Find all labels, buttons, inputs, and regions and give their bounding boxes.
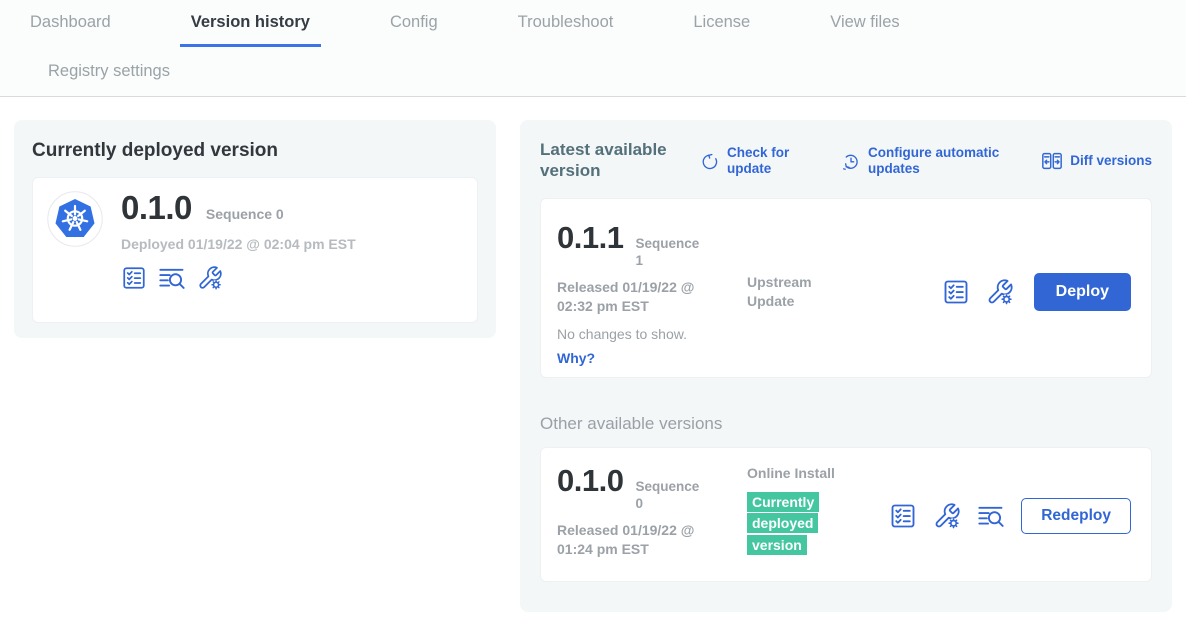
latest-sequence-label: Sequence 1 bbox=[635, 236, 701, 270]
available-versions-card: Latest available version Check for updat… bbox=[520, 120, 1172, 612]
currently-deployed-badge: Currently deployed version bbox=[747, 492, 819, 555]
currently-deployed-title: Currently deployed version bbox=[32, 140, 478, 162]
other-version-details: 0.1.0 Sequence 0 Released 01/19/22 @ 01:… bbox=[557, 464, 747, 567]
currently-deployed-badge-wrap: Currently deployed version bbox=[747, 492, 827, 557]
preflight-checklist-icon[interactable] bbox=[942, 278, 970, 306]
check-for-update-label: Check for update bbox=[727, 145, 803, 177]
tab-registry-settings[interactable]: Registry settings bbox=[48, 62, 170, 81]
other-version-number: 0.1.0 bbox=[557, 464, 623, 498]
diff-versions-link[interactable]: Diff versions bbox=[1041, 150, 1152, 172]
configure-automatic-updates-link[interactable]: Configure automatic updates bbox=[841, 145, 1024, 177]
deploy-logs-icon[interactable] bbox=[158, 264, 186, 292]
deploy-logs-icon[interactable] bbox=[977, 502, 1005, 530]
deployed-sequence-label: Sequence 0 bbox=[206, 206, 284, 222]
tab-license[interactable]: License bbox=[682, 0, 761, 47]
latest-version-row: 0.1.1 Sequence 1 Released 01/19/22 @ 02:… bbox=[540, 198, 1152, 378]
other-version-source: Online Install bbox=[747, 464, 857, 482]
other-version-source-column: Online Install Currently deployed versio… bbox=[747, 464, 857, 567]
tab-troubleshoot[interactable]: Troubleshoot bbox=[507, 0, 625, 47]
other-version-row: 0.1.0 Sequence 0 Released 01/19/22 @ 01:… bbox=[540, 447, 1152, 582]
preflight-checklist-icon[interactable] bbox=[121, 265, 147, 291]
nav-primary-row: Dashboard Version history Config Trouble… bbox=[0, 0, 1186, 47]
tab-view-files[interactable]: View files bbox=[819, 0, 910, 47]
deployed-version-row: 0.1.0 Sequence 0 Deployed 01/19/22 @ 02:… bbox=[32, 177, 478, 323]
tab-dashboard[interactable]: Dashboard bbox=[19, 0, 122, 47]
latest-version-number: 0.1.1 bbox=[557, 221, 623, 255]
no-changes-note: No changes to show. bbox=[557, 326, 747, 342]
nav-secondary-row: Registry settings bbox=[0, 47, 1186, 96]
other-sequence-label: Sequence 0 bbox=[635, 479, 701, 513]
why-link[interactable]: Why? bbox=[557, 350, 747, 366]
kubernetes-logo-icon bbox=[47, 191, 103, 247]
diff-icon bbox=[1041, 150, 1063, 172]
edit-config-icon[interactable] bbox=[986, 278, 1014, 306]
currently-deployed-card: Currently deployed version 0.1.0 Sequenc… bbox=[14, 120, 496, 338]
latest-available-title: Latest available version bbox=[540, 140, 674, 181]
edit-config-icon[interactable] bbox=[197, 265, 223, 291]
refresh-icon bbox=[700, 151, 720, 171]
latest-version-source: Upstream Update bbox=[747, 221, 857, 363]
schedule-refresh-icon bbox=[841, 151, 861, 171]
latest-version-details: 0.1.1 Sequence 1 Released 01/19/22 @ 02:… bbox=[557, 221, 747, 363]
other-version-actions: Redeploy bbox=[873, 464, 1131, 567]
available-versions-header: Latest available version Check for updat… bbox=[540, 140, 1152, 181]
latest-version-actions: Deploy bbox=[926, 221, 1131, 363]
deploy-button[interactable]: Deploy bbox=[1034, 273, 1131, 311]
tab-config[interactable]: Config bbox=[379, 0, 449, 47]
edit-config-icon[interactable] bbox=[933, 502, 961, 530]
check-for-update-link[interactable]: Check for update bbox=[700, 145, 803, 177]
configure-automatic-updates-label: Configure automatic updates bbox=[868, 145, 1024, 177]
preflight-checklist-icon[interactable] bbox=[889, 502, 917, 530]
other-released-timestamp: Released 01/19/22 @ 01:24 pm EST bbox=[557, 521, 729, 558]
deployed-version-details: 0.1.0 Sequence 0 Deployed 01/19/22 @ 02:… bbox=[121, 191, 356, 309]
deployed-timestamp: Deployed 01/19/22 @ 02:04 pm EST bbox=[121, 236, 356, 252]
redeploy-button[interactable]: Redeploy bbox=[1021, 498, 1131, 534]
tab-version-history[interactable]: Version history bbox=[180, 0, 321, 47]
other-available-versions-header: Other available versions bbox=[540, 414, 1152, 434]
top-navigation: Dashboard Version history Config Trouble… bbox=[0, 0, 1186, 97]
deployed-version-number: 0.1.0 bbox=[121, 191, 192, 226]
diff-versions-label: Diff versions bbox=[1070, 153, 1152, 169]
latest-released-timestamp: Released 01/19/22 @ 02:32 pm EST bbox=[557, 278, 729, 315]
